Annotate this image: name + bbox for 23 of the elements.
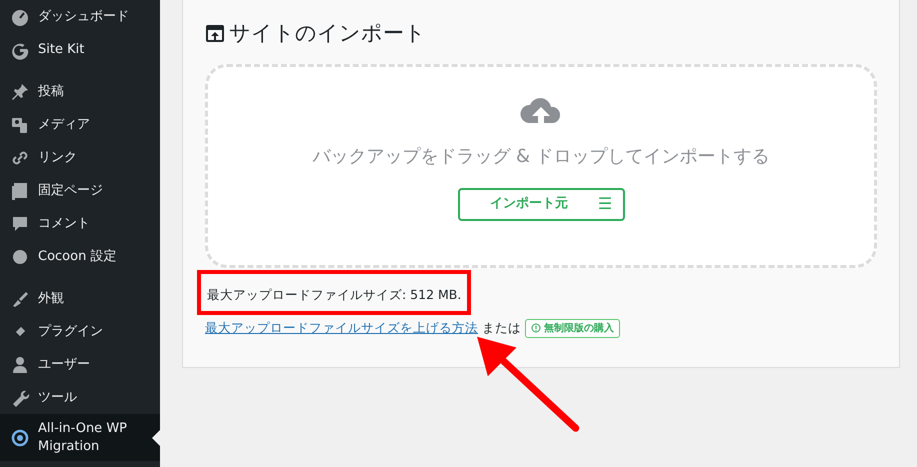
sidebar-item[interactable]: ダッシュボード	[0, 0, 160, 33]
sidebar-item[interactable]: プラグイン	[0, 315, 160, 348]
sidebar-item[interactable]: リンク	[0, 141, 160, 174]
sidebar-item[interactable]: ツール	[0, 381, 160, 414]
sidebar-item[interactable]: ユーザー	[0, 348, 160, 381]
drop-hint: バックアップをドラッグ & ドロップしてインポートする	[312, 144, 770, 168]
pages-icon	[10, 180, 30, 200]
sidebar-item[interactable]: コメント	[0, 207, 160, 240]
sidebar-item[interactable]: 外観	[0, 282, 160, 315]
sidebar-item[interactable]: Cocoon 設定	[0, 240, 160, 273]
sidebar-item[interactable]: 固定ページ	[0, 174, 160, 207]
sidebar-item[interactable]: Site Kit	[0, 33, 160, 66]
sidebar-item[interactable]: All-in-One WP Migration	[0, 414, 160, 462]
help-link[interactable]: 最大アップロードファイルサイズを上げる方法	[205, 318, 478, 338]
section-title: サイトのインポート	[229, 20, 426, 47]
user-icon	[10, 354, 30, 374]
upload-limit-text: 最大アップロードファイルサイズ: 512 MB.	[207, 286, 462, 302]
pin-icon	[10, 82, 30, 102]
or-text: または	[482, 318, 521, 337]
import-icon	[205, 24, 225, 44]
sidebar-item[interactable]: 投稿	[0, 75, 160, 108]
sidebar-item[interactable]: メディア	[0, 108, 160, 141]
info-icon	[531, 323, 541, 333]
